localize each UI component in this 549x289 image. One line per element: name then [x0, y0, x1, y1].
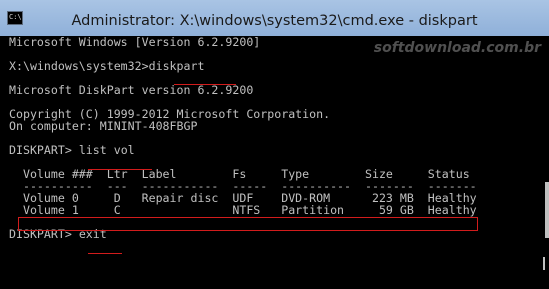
scrollbar-edge[interactable] [545, 182, 549, 238]
prompt-text: X:\windows\system32> [9, 59, 149, 73]
highlight-volume-1-row [18, 217, 478, 231]
title-bar[interactable]: C:\ Administrator: X:\windows\system32\c… [0, 0, 549, 36]
window-title: Administrator: X:\windows\system32\cmd.e… [71, 13, 478, 29]
table-row: Volume 1 C NTFS Partition 59 GB Healthy [9, 203, 477, 217]
text-cursor [543, 257, 545, 270]
prompt-line-2: DISKPART> list vol [9, 144, 549, 156]
highlight-diskpart [174, 84, 236, 85]
command-list-vol: list vol [78, 143, 135, 157]
highlight-exit [88, 253, 122, 254]
highlight-list-vol [88, 169, 152, 170]
computer-line: On computer: MININT-408FBGP [9, 119, 198, 133]
prompt-text: DISKPART> [9, 143, 79, 157]
console-output[interactable]: Microsoft Windows [Version 6.2.9200] X:\… [9, 36, 549, 240]
diskpart-version-line: Microsoft DiskPart version 6.2.9200 [9, 83, 254, 97]
windows-version-line: Microsoft Windows [Version 6.2.9200] [9, 35, 261, 49]
prompt-line-1: X:\windows\system32>diskpart [9, 60, 549, 72]
command-diskpart: diskpart [148, 59, 205, 73]
